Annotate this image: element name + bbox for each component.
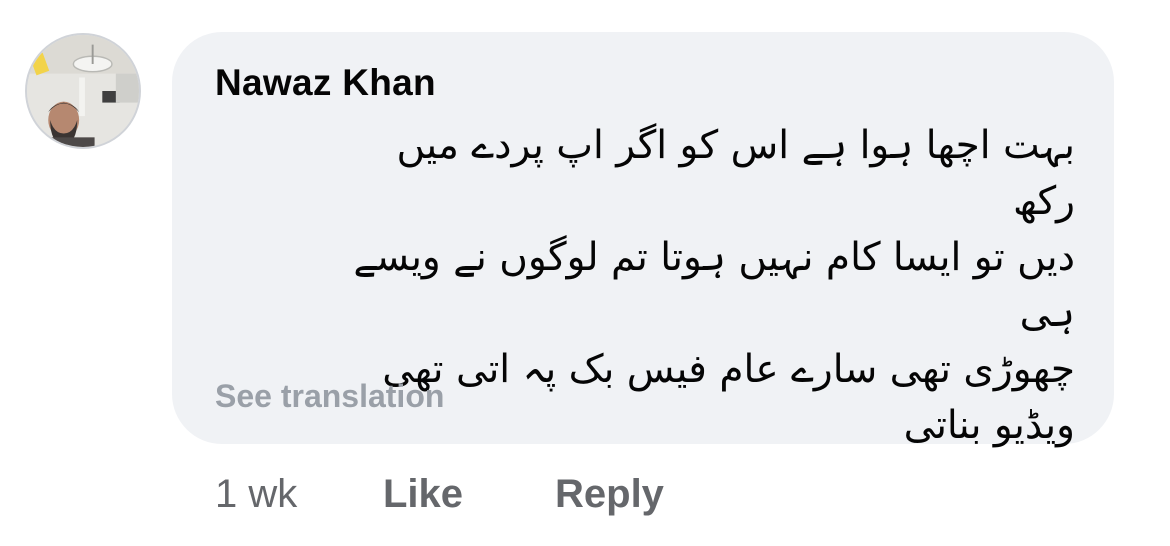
avatar[interactable] <box>25 33 141 149</box>
see-translation-link[interactable]: See translation <box>215 378 444 415</box>
comment-author[interactable]: Nawaz Khan <box>215 62 436 104</box>
comment-timestamp[interactable]: 1 wk <box>215 472 297 517</box>
like-button[interactable]: Like <box>383 472 463 517</box>
reply-button[interactable]: Reply <box>555 472 664 517</box>
profile-photo-icon <box>27 35 139 147</box>
